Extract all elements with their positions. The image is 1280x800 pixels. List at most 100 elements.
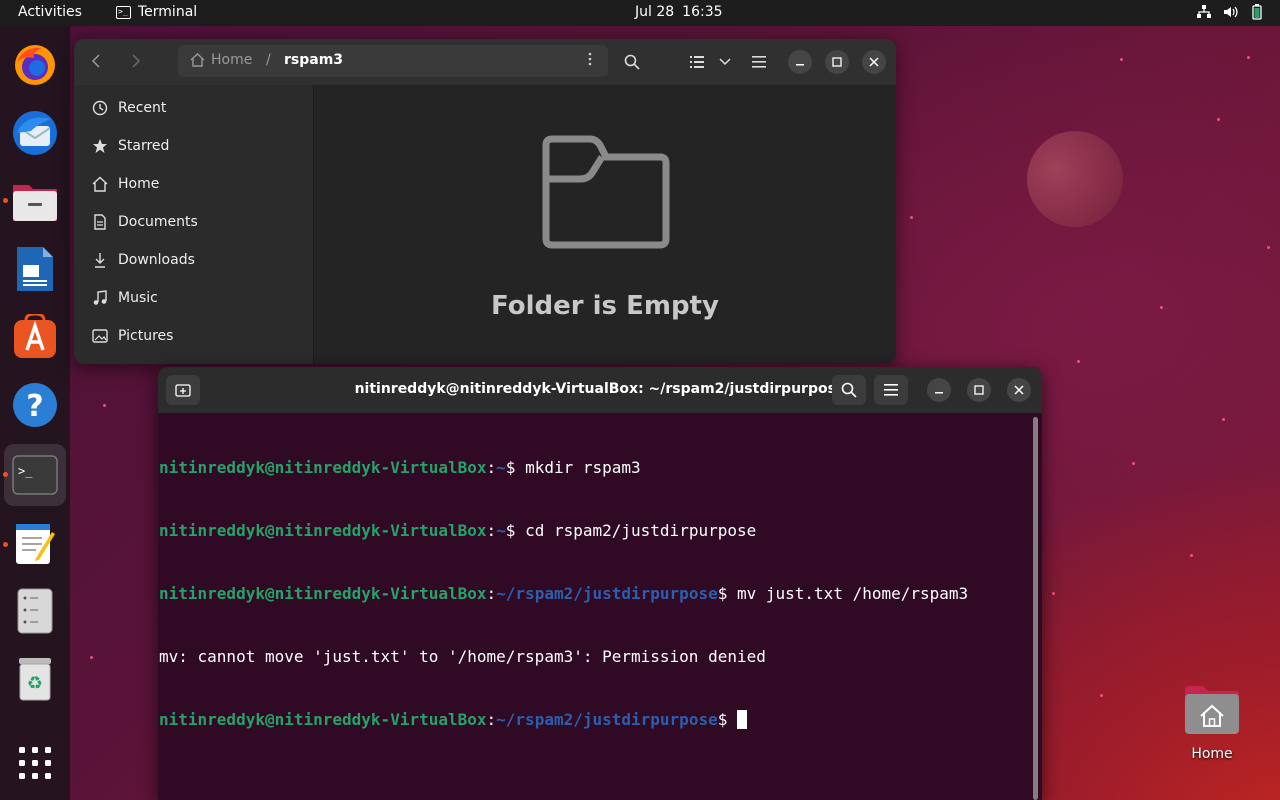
command-output: mv: cannot move 'just.txt' to '/home/rsp… [159,647,766,666]
wallpaper-planet [1027,131,1123,227]
files-sidebar: Recent Starred Home Documents Downloads … [74,85,314,364]
path-bar: Home / rspam3 [178,45,608,77]
running-indicator [3,542,8,547]
command-text: mkdir rspam3 [525,458,641,477]
dock-libreoffice-writer[interactable] [4,238,66,300]
minimize-icon [796,64,804,66]
wallpaper-star [1100,694,1103,697]
terminal-scrollbar[interactable] [1033,417,1038,800]
search-icon [841,382,857,398]
grid-icon [19,747,51,779]
breadcrumb-home-label: Home [211,52,253,68]
text-cursor [736,710,747,729]
prompt-path: ~/rspam2/justdirpurpose [496,584,718,603]
disk-icon [17,588,53,634]
volume-icon [1224,6,1238,18]
sidebar-item-downloads[interactable]: Downloads [92,247,195,273]
dock-terminal[interactable]: >_ [4,444,66,506]
breadcrumb-separator: / [266,52,271,68]
kebab-menu-icon [588,52,592,66]
battery-icon [1252,4,1262,20]
activities-button[interactable]: Activities [18,4,82,20]
empty-folder-message: Folder is Empty [491,291,719,321]
main-menu-button[interactable] [746,49,772,75]
minimize-button[interactable] [788,50,812,74]
dock-text-editor[interactable] [4,512,66,574]
terminal-menu-button[interactable] [874,375,908,405]
terminal-title: nitinreddyk@nitinreddyk-VirtualBox: ~/rs… [354,381,846,397]
back-button[interactable] [90,53,102,74]
download-icon [95,253,105,268]
wallpaper-star [1077,360,1080,363]
system-tray[interactable] [1197,4,1264,20]
sidebar-item-starred[interactable]: Starred [92,133,169,159]
view-options-button[interactable] [712,49,738,75]
sidebar-item-home[interactable]: Home [92,171,159,197]
path-menu-button[interactable] [588,52,592,70]
dock-files[interactable] [4,170,66,232]
terminal-close-button[interactable] [1007,378,1031,402]
terminal-minimize-button[interactable] [927,378,951,402]
sidebar-item-recent[interactable]: Recent [92,95,166,121]
dock-disk-utility[interactable] [4,580,66,642]
wallpaper-star [1132,462,1135,465]
chevron-right-icon [132,54,141,68]
sidebar-item-label: Music [118,290,158,306]
terminal-output[interactable]: nitinreddyk@nitinreddyk-VirtualBox:~$ mk… [159,415,1031,800]
show-apps-button[interactable] [4,732,66,794]
view-list-button[interactable] [684,49,710,75]
close-icon [1014,385,1024,395]
sidebar-item-label: Pictures [118,328,174,344]
terminal-line: mv: cannot move 'just.txt' to '/home/rsp… [159,646,1031,667]
dock: ? >_ ♻ [0,26,70,800]
document-icon [94,214,106,230]
hamburger-icon [884,384,898,396]
terminal-window: nitinreddyk@nitinreddyk-VirtualBox: ~/rs… [158,367,1042,800]
dock-help[interactable]: ? [4,374,66,436]
svg-text:?: ? [26,389,43,424]
sidebar-item-documents[interactable]: Documents [92,209,198,235]
maximize-button[interactable] [825,50,849,74]
minimize-icon [935,392,943,394]
sidebar-item-music[interactable]: Music [92,285,158,311]
prompt-user: nitinreddyk@nitinreddyk-VirtualBox [159,521,487,540]
maximize-icon [974,385,984,395]
prompt-path: ~/rspam2/justdirpurpose [496,710,718,729]
text-editor-icon [16,524,55,564]
clock[interactable]: Jul 28 16:35 [635,4,723,20]
app-center-icon [14,314,56,358]
sidebar-item-label: Starred [118,138,170,154]
files-content-area[interactable]: Folder is Empty [314,85,896,364]
dock-trash[interactable]: ♻ [4,648,66,710]
close-icon [869,57,879,67]
home-icon [92,176,108,192]
sidebar-item-pictures[interactable]: Pictures [92,323,173,349]
forward-button[interactable] [130,53,142,74]
dock-app-center[interactable] [4,306,66,368]
terminal-search-button[interactable] [832,375,866,405]
prompt-user: nitinreddyk@nitinreddyk-VirtualBox [159,584,487,603]
terminal-headerbar: nitinreddyk@nitinreddyk-VirtualBox: ~/rs… [158,367,1042,413]
dock-thunderbird[interactable] [4,102,66,164]
desktop-home-shortcut[interactable]: Home [1176,684,1248,762]
breadcrumb-home[interactable]: Home [190,52,252,68]
wallpaper-star [1120,58,1123,61]
command-text: mv just.txt /home/rspam3 [736,584,969,603]
prompt-user: nitinreddyk@nitinreddyk-VirtualBox [159,710,487,729]
svg-text:>_: >_ [18,464,33,478]
wallpaper-star [910,216,913,219]
wallpaper-star [1217,118,1220,121]
wallpaper-star [1247,56,1250,59]
close-button[interactable] [862,50,886,74]
running-indicator [3,472,8,477]
search-button[interactable] [619,49,645,75]
list-view-icon [690,56,704,68]
terminal-maximize-button[interactable] [967,378,991,402]
app-menu[interactable]: >_ Terminal [116,4,197,20]
home-folder-icon [1185,686,1239,734]
command-text: cd rspam2/justdirpurpose [525,521,757,540]
dock-firefox[interactable] [4,34,66,96]
chevron-down-icon [719,58,731,66]
breadcrumb-current[interactable]: rspam3 [284,52,343,68]
clock-icon [92,100,108,116]
